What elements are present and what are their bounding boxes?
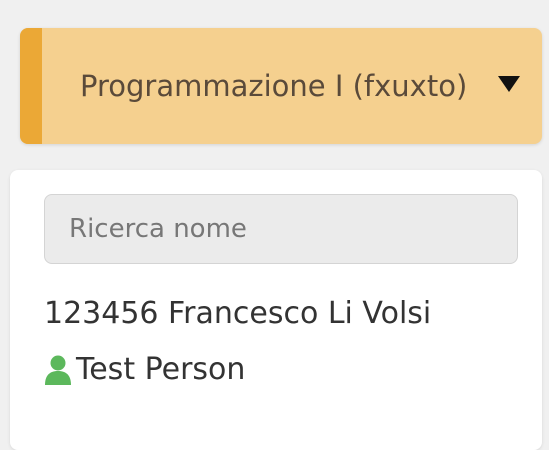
course-accent-bar [20, 28, 42, 144]
student-name: 123456 Francesco Li Volsi [44, 296, 432, 331]
user-icon [45, 355, 71, 385]
student-name: Test Person [76, 352, 246, 387]
course-selector-label: Programmazione I (fxuxto) [80, 69, 468, 103]
student-list-item[interactable]: 123456 Francesco Li Volsi [44, 294, 431, 334]
student-list-panel: 123456 Francesco Li Volsi Test Person [10, 170, 542, 450]
course-selector-dropdown[interactable]: Programmazione I (fxuxto) [20, 28, 542, 144]
student-list-item[interactable]: Test Person [44, 350, 245, 390]
search-name-input[interactable] [44, 194, 518, 264]
caret-down-icon[interactable] [498, 76, 520, 92]
